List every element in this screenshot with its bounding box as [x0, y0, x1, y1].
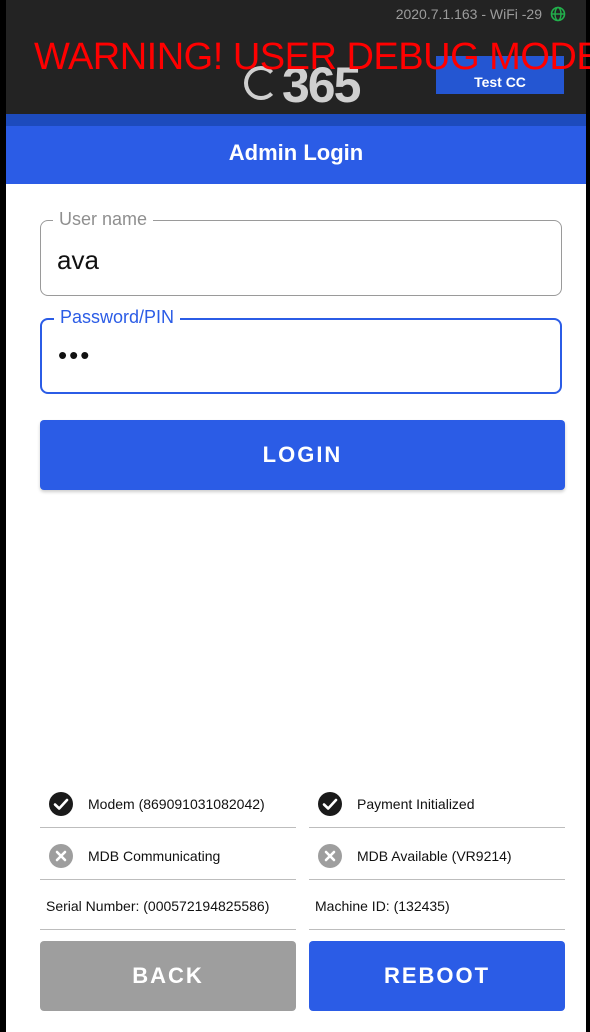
version-wifi-text: 2020.7.1.163 - WiFi -29 [395, 6, 542, 22]
globe-icon [550, 6, 566, 22]
username-field[interactable]: User name ava [40, 209, 562, 296]
payment-status: Payment Initialized [309, 780, 565, 828]
app-header: 2020.7.1.163 - WiFi -29 365 Test CC WARN… [6, 0, 590, 114]
screen-bezel-right [586, 0, 590, 1032]
mdb-available-label: MDB Available (VR9214) [357, 847, 512, 864]
machine-id-row: Machine ID: (132435) [309, 882, 565, 930]
username-value[interactable]: ava [57, 245, 99, 276]
x-circle-icon [318, 843, 342, 868]
status-bar: 2020.7.1.163 - WiFi -29 [396, 6, 566, 22]
header-divider [6, 114, 586, 126]
back-button[interactable]: BACK [40, 941, 296, 1011]
check-circle-icon [49, 791, 73, 816]
modem-status: Modem (869091031082042) [40, 780, 296, 828]
mdb-communicating-status: MDB Communicating [40, 832, 296, 880]
payment-status-label: Payment Initialized [357, 795, 475, 812]
password-label: Password/PIN [54, 307, 181, 328]
mdb-communicating-label: MDB Communicating [88, 847, 221, 864]
page-title: Admin Login [6, 126, 586, 184]
login-button[interactable]: LOGIN [40, 420, 565, 490]
debug-warning-banner: WARNING! USER DEBUG MODE [34, 36, 590, 78]
check-circle-icon [318, 791, 342, 816]
username-label: User name [53, 209, 154, 230]
serial-number-row: Serial Number: (000572194825586) [40, 882, 296, 930]
modem-status-label: Modem (869091031082042) [88, 795, 265, 812]
password-field[interactable]: Password/PIN ••• [40, 307, 562, 394]
serial-number-text: Serial Number: (000572194825586) [46, 897, 270, 914]
reboot-button[interactable]: REBOOT [309, 941, 565, 1011]
mdb-available-status: MDB Available (VR9214) [309, 832, 565, 880]
machine-id-text: Machine ID: (132435) [315, 897, 450, 914]
password-value[interactable]: ••• [58, 340, 91, 371]
x-circle-icon [49, 843, 73, 868]
